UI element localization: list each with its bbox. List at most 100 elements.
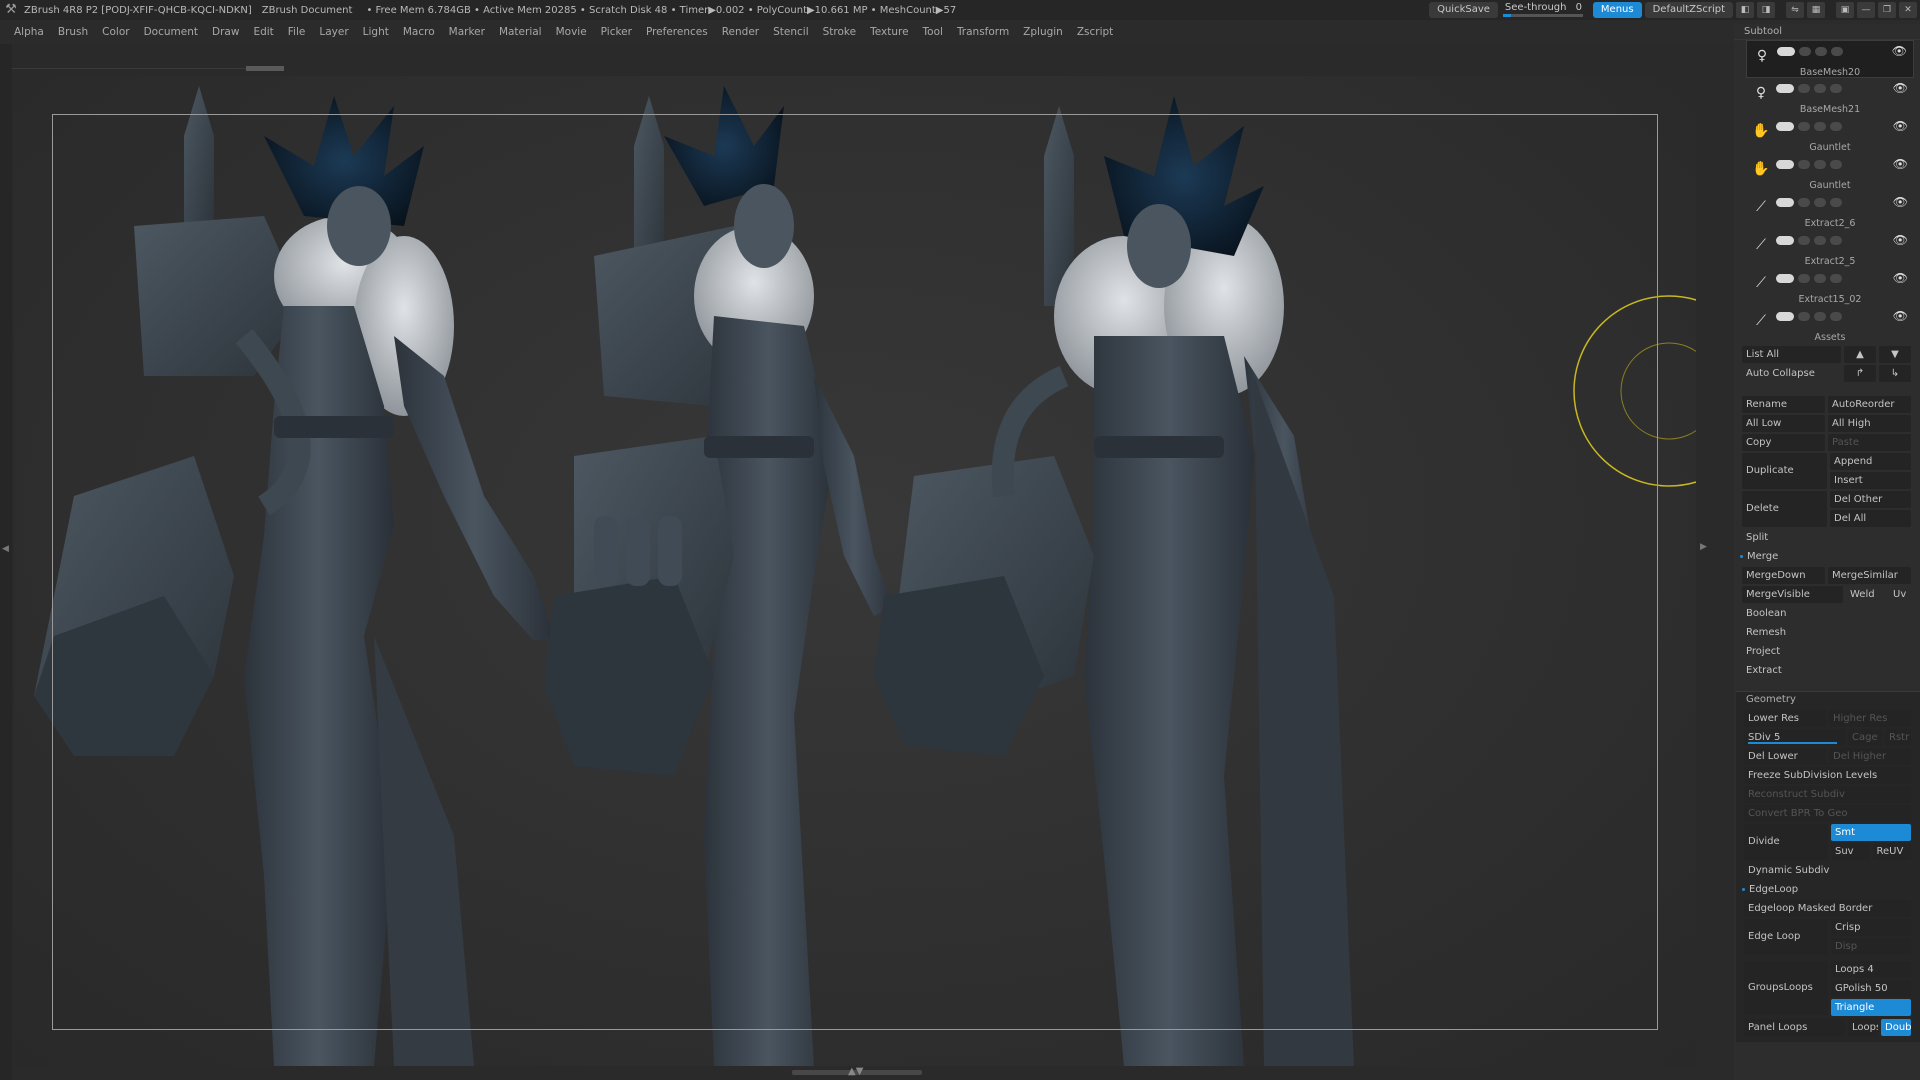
- subtool-brush-icon[interactable]: [1830, 84, 1842, 93]
- menu-zplugin[interactable]: Zplugin: [1023, 26, 1063, 38]
- left-tray-toggle-icon[interactable]: ◀: [2, 544, 9, 554]
- convert-bpr-button[interactable]: Convert BPR To Geo: [1744, 805, 1911, 822]
- visibility-eye-icon[interactable]: 👁: [1893, 157, 1908, 171]
- double-toggle[interactable]: Double: [1881, 1019, 1911, 1036]
- menu-draw[interactable]: Draw: [212, 26, 239, 38]
- subtool-toggle-icon[interactable]: [1814, 312, 1826, 321]
- menu-material[interactable]: Material: [499, 26, 542, 38]
- autoreorder-button[interactable]: AutoReorder: [1828, 396, 1911, 413]
- menu-brush[interactable]: Brush: [58, 26, 88, 38]
- subtool-header[interactable]: Subtool: [1734, 24, 1920, 40]
- visibility-eye-icon[interactable]: 👁: [1893, 81, 1908, 95]
- menu-movie[interactable]: Movie: [556, 26, 587, 38]
- lock-icon[interactable]: ▣: [1836, 2, 1854, 18]
- all-high-button[interactable]: All High: [1828, 415, 1911, 432]
- lower-res-button[interactable]: Lower Res: [1744, 710, 1826, 727]
- menu-transform[interactable]: Transform: [957, 26, 1009, 38]
- mergesimilar-button[interactable]: MergeSimilar: [1828, 567, 1911, 584]
- menu-tool[interactable]: Tool: [923, 26, 943, 38]
- subtool-toggle-icon[interactable]: [1798, 84, 1810, 93]
- subtool-brush-icon[interactable]: [1831, 47, 1843, 56]
- geometry-header[interactable]: Geometry: [1736, 692, 1920, 708]
- menu-preferences[interactable]: Preferences: [646, 26, 708, 38]
- weld-toggle[interactable]: Weld: [1846, 586, 1886, 603]
- auto-collapse-button[interactable]: Auto Collapse: [1742, 365, 1841, 382]
- menu-light[interactable]: Light: [363, 26, 389, 38]
- menu-zscript[interactable]: Zscript: [1077, 26, 1113, 38]
- subtool-toggle-icon[interactable]: [1798, 274, 1810, 283]
- subtool-toggle-icon[interactable]: [1799, 47, 1811, 56]
- menu-marker[interactable]: Marker: [449, 26, 485, 38]
- crisp-toggle[interactable]: Crisp: [1831, 919, 1911, 936]
- del-other-button[interactable]: Del Other: [1830, 491, 1911, 508]
- subtool-slider-icon[interactable]: [1776, 274, 1794, 283]
- subtool-toggle-icon[interactable]: [1814, 84, 1826, 93]
- menu-stencil[interactable]: Stencil: [773, 26, 809, 38]
- insert-button[interactable]: Insert: [1830, 472, 1911, 489]
- visibility-eye-icon[interactable]: 👁: [1893, 119, 1908, 133]
- subtool-item[interactable]: ✋ 👁 Gauntlet: [1746, 154, 1914, 192]
- move-up-icon[interactable]: ▲: [1844, 346, 1876, 363]
- menu-picker[interactable]: Picker: [601, 26, 632, 38]
- subtool-slider-icon[interactable]: [1777, 47, 1795, 56]
- subtool-item[interactable]: ⟋ 👁 Extract2_5: [1746, 230, 1914, 268]
- edgeloop-section[interactable]: EdgeLoop: [1744, 881, 1914, 898]
- reuv-toggle[interactable]: ReUV: [1872, 843, 1911, 860]
- minimize-icon[interactable]: —: [1857, 2, 1875, 18]
- subtool-toggle-icon[interactable]: [1815, 47, 1827, 56]
- menus-toggle[interactable]: Menus: [1592, 2, 1642, 18]
- mergedown-button[interactable]: MergeDown: [1742, 567, 1825, 584]
- all-low-button[interactable]: All Low: [1742, 415, 1825, 432]
- del-all-button[interactable]: Del All: [1830, 510, 1911, 527]
- restore-icon[interactable]: ❐: [1878, 2, 1896, 18]
- loops-slider[interactable]: Loops 4: [1831, 961, 1911, 978]
- subtool-toggle-icon[interactable]: [1814, 198, 1826, 207]
- triangle-toggle[interactable]: Triangle: [1831, 999, 1911, 1016]
- split-section[interactable]: Split: [1742, 529, 1914, 546]
- document-canvas[interactable]: [14, 76, 1696, 1066]
- menu-edit[interactable]: Edit: [253, 26, 273, 38]
- subtool-slider-icon[interactable]: [1776, 198, 1794, 207]
- mergevisible-button[interactable]: MergeVisible: [1742, 586, 1843, 603]
- menu-file[interactable]: File: [288, 26, 306, 38]
- subtool-item[interactable]: ⟋ 👁 Extract2_6: [1746, 192, 1914, 230]
- subtool-item[interactable]: ♀ 👁 BaseMesh20: [1746, 40, 1914, 78]
- suv-toggle[interactable]: Suv: [1831, 843, 1870, 860]
- subtool-slider-icon[interactable]: [1776, 312, 1794, 321]
- visibility-eye-icon[interactable]: 👁: [1892, 44, 1907, 58]
- gpolish-slider[interactable]: GPolish 50: [1831, 980, 1911, 997]
- subtool-brush-icon[interactable]: [1830, 198, 1842, 207]
- dynamic-subdiv-section[interactable]: Dynamic Subdiv: [1744, 862, 1914, 879]
- layout-left-icon[interactable]: ◧: [1736, 2, 1754, 18]
- menu-layer[interactable]: Layer: [319, 26, 348, 38]
- reconstruct-subdiv-button[interactable]: Reconstruct Subdiv: [1744, 786, 1911, 803]
- subtool-item[interactable]: ✋ 👁 Gauntlet: [1746, 116, 1914, 154]
- subtool-item[interactable]: ⟋ 👁 Extract15_02: [1746, 268, 1914, 306]
- copy-button[interactable]: Copy: [1742, 434, 1825, 451]
- bottom-shelf-toggle-icon[interactable]: ▲▼: [848, 1066, 863, 1077]
- subtool-toggle-icon[interactable]: [1798, 236, 1810, 245]
- subtool-slider-icon[interactable]: [1776, 160, 1794, 169]
- disp-slider[interactable]: Disp: [1831, 938, 1911, 955]
- subtool-brush-icon[interactable]: [1830, 160, 1842, 169]
- smt-toggle[interactable]: Smt: [1831, 824, 1911, 841]
- quicksave-button[interactable]: QuickSave: [1429, 2, 1498, 18]
- default-zscript-button[interactable]: DefaultZScript: [1644, 2, 1733, 18]
- subtool-toggle-icon[interactable]: [1814, 160, 1826, 169]
- freeze-subdiv-button[interactable]: Freeze SubDivision Levels: [1744, 767, 1911, 784]
- subtool-item[interactable]: ♀ 👁 BaseMesh21: [1746, 78, 1914, 116]
- extract-section[interactable]: Extract: [1742, 662, 1914, 679]
- uv-toggle[interactable]: Uv: [1889, 586, 1911, 603]
- subtool-brush-icon[interactable]: [1830, 312, 1842, 321]
- remesh-section[interactable]: Remesh: [1742, 624, 1914, 641]
- sdiv-slider[interactable]: SDiv 5: [1744, 729, 1845, 746]
- del-higher-button[interactable]: Del Higher: [1829, 748, 1911, 765]
- rename-button[interactable]: Rename: [1742, 396, 1825, 413]
- edgeloop-masked-border-button[interactable]: Edgeloop Masked Border: [1744, 900, 1911, 917]
- subtool-slider-icon[interactable]: [1776, 236, 1794, 245]
- del-lower-button[interactable]: Del Lower: [1744, 748, 1826, 765]
- panel-loops-button[interactable]: Panel Loops: [1744, 1019, 1845, 1036]
- menu-render[interactable]: Render: [722, 26, 759, 38]
- palette-icon[interactable]: ▦: [1807, 2, 1825, 18]
- subtool-toggle-icon[interactable]: [1814, 122, 1826, 131]
